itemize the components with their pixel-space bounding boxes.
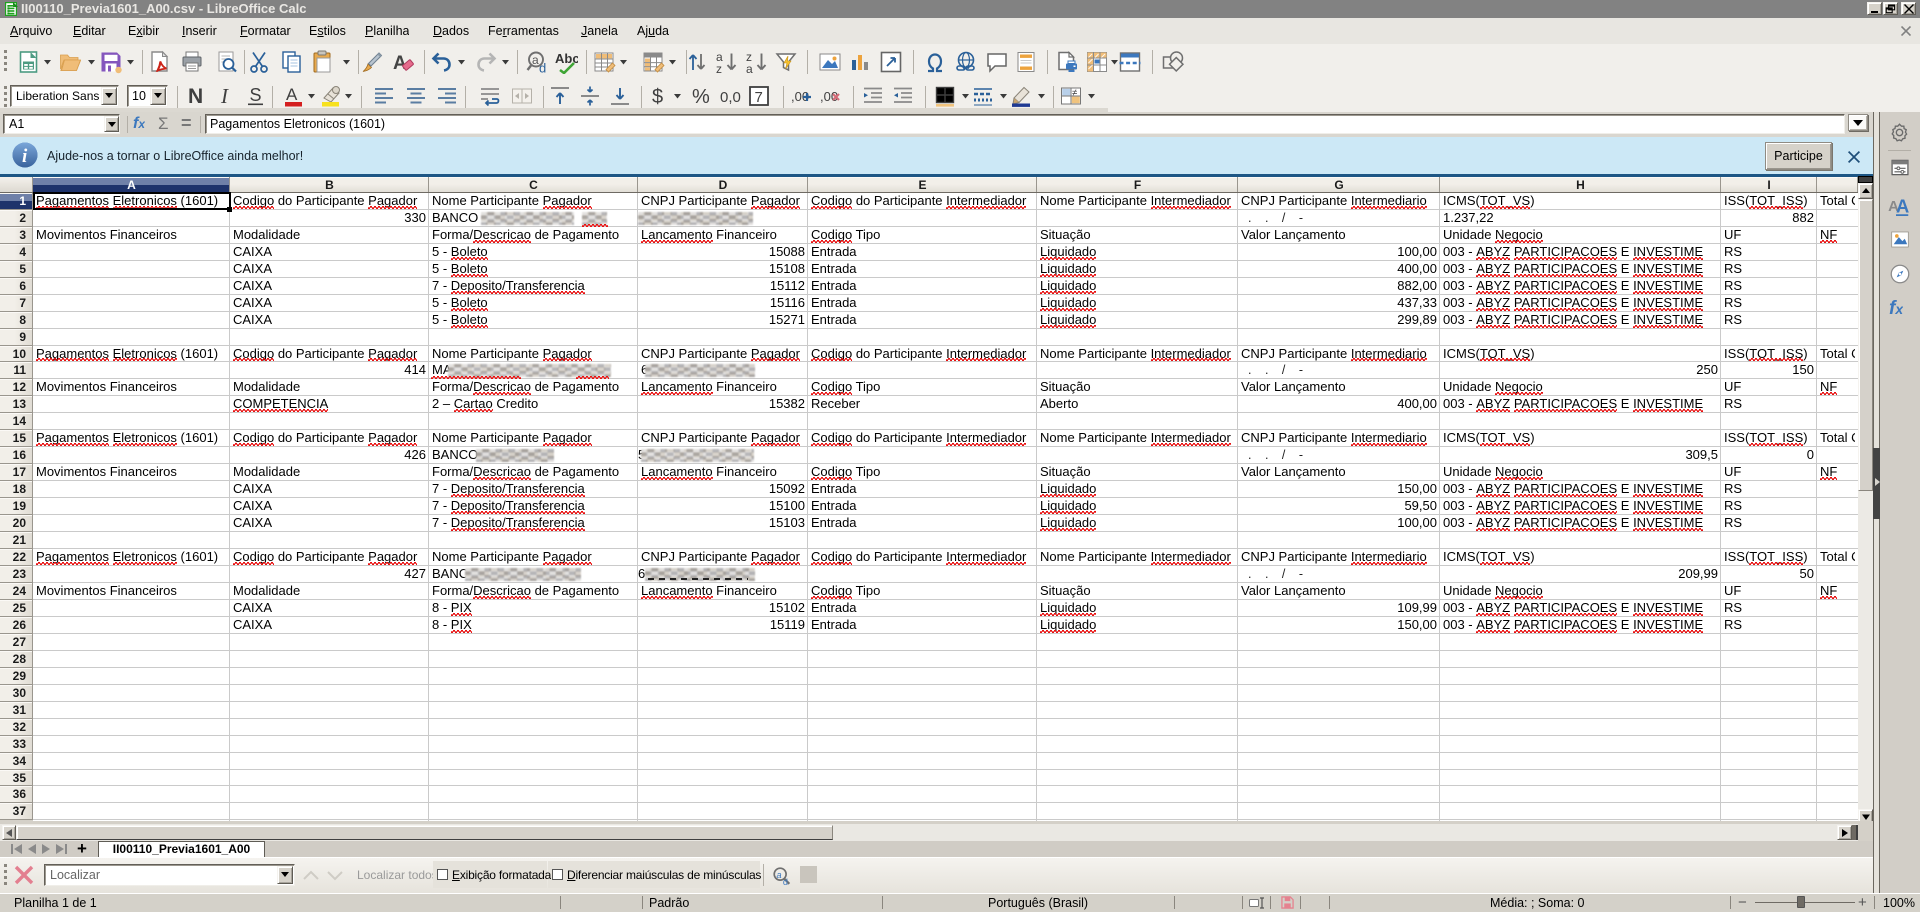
svg-text:z: z [716,62,722,74]
svg-text:7: 7 [755,89,763,106]
svg-text:a: a [777,870,782,880]
svg-text:S: S [250,85,262,105]
svg-text:a: a [532,53,539,67]
svg-text:I: I [220,84,229,108]
svg-text:0,0: 0,0 [720,89,741,106]
svg-text:%: % [692,86,710,108]
svg-text:d: d [783,877,788,887]
svg-text:A: A [1896,196,1909,217]
svg-text:a: a [746,62,753,74]
svg-text:≠: ≠ [1072,88,1077,99]
svg-text:A: A [286,85,298,104]
svg-text:i: i [22,146,28,167]
svg-text:$: $ [652,86,663,108]
svg-text:N: N [188,85,203,108]
svg-text:d: d [539,61,546,75]
